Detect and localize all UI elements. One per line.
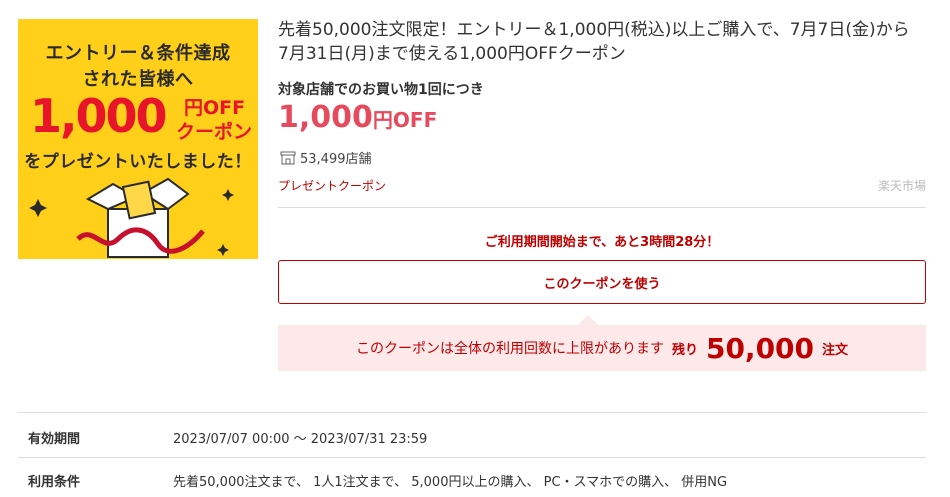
store-count-text: 53,499店舗 [300, 152, 372, 167]
coupon-banner-image: エントリー＆条件達成 された皆様へ 1,000 円OFF クーポン をプレゼント… [18, 19, 258, 259]
discount-value: 1,000 [278, 100, 373, 135]
usage-limit-text: このクーポンは全体の利用回数に上限があります [355, 341, 664, 357]
validity-label: 有効期間 [28, 432, 81, 447]
store-count: 53,499店舗 [280, 148, 372, 167]
banner-off-text: 円OFF [184, 97, 246, 119]
details-divider [18, 412, 926, 413]
store-icon [280, 151, 296, 164]
remaining-label: 残り [671, 342, 698, 358]
banner-coupon-text: クーポン [176, 121, 253, 143]
countdown-text: ご利用期間開始まで、あと3時間28分！ [484, 235, 720, 250]
coupon-title: 先着50,000注文限定！エントリー＆1,000円(税込)以上ご購入で、7月7日… [278, 20, 910, 64]
provider-label: 楽天市場 [877, 179, 926, 193]
validity-value: 2023/07/07 00:00 ～ 2023/07/31 23:59 [173, 432, 428, 447]
conditions-label: 利用条件 [28, 475, 81, 490]
remaining-unit: 注文 [822, 342, 849, 358]
discount-unit: 円OFF [372, 108, 438, 132]
coupon-card: エントリー＆条件達成 された皆様へ 1,000 円OFF クーポン をプレゼント… [0, 0, 950, 497]
banner-line-2: された皆様へ [82, 69, 194, 90]
usage-limit-notice: このクーポンは全体の利用回数に上限があります 残り 50,000 注文 [278, 315, 926, 371]
use-coupon-button[interactable]: このクーポンを使う [278, 260, 926, 304]
conditions-value: 先着50,000注文まで、 1人1注文まで、 5,000円以上の購入、 PC・ス… [173, 475, 728, 490]
coupon-type: プレゼントクーポン [278, 179, 387, 193]
banner-line-1: エントリー＆条件達成 [45, 43, 231, 64]
banner-amount: 1,000 [30, 89, 168, 143]
details-divider [18, 457, 926, 458]
remaining-count: 50,000 [705, 331, 815, 365]
coupon-subtitle: 対象店舗でのお買い物1回につき [278, 82, 484, 98]
discount-amount: 1,000円OFF [278, 100, 437, 135]
divider [278, 207, 926, 208]
gift-box-icon [29, 177, 234, 258]
